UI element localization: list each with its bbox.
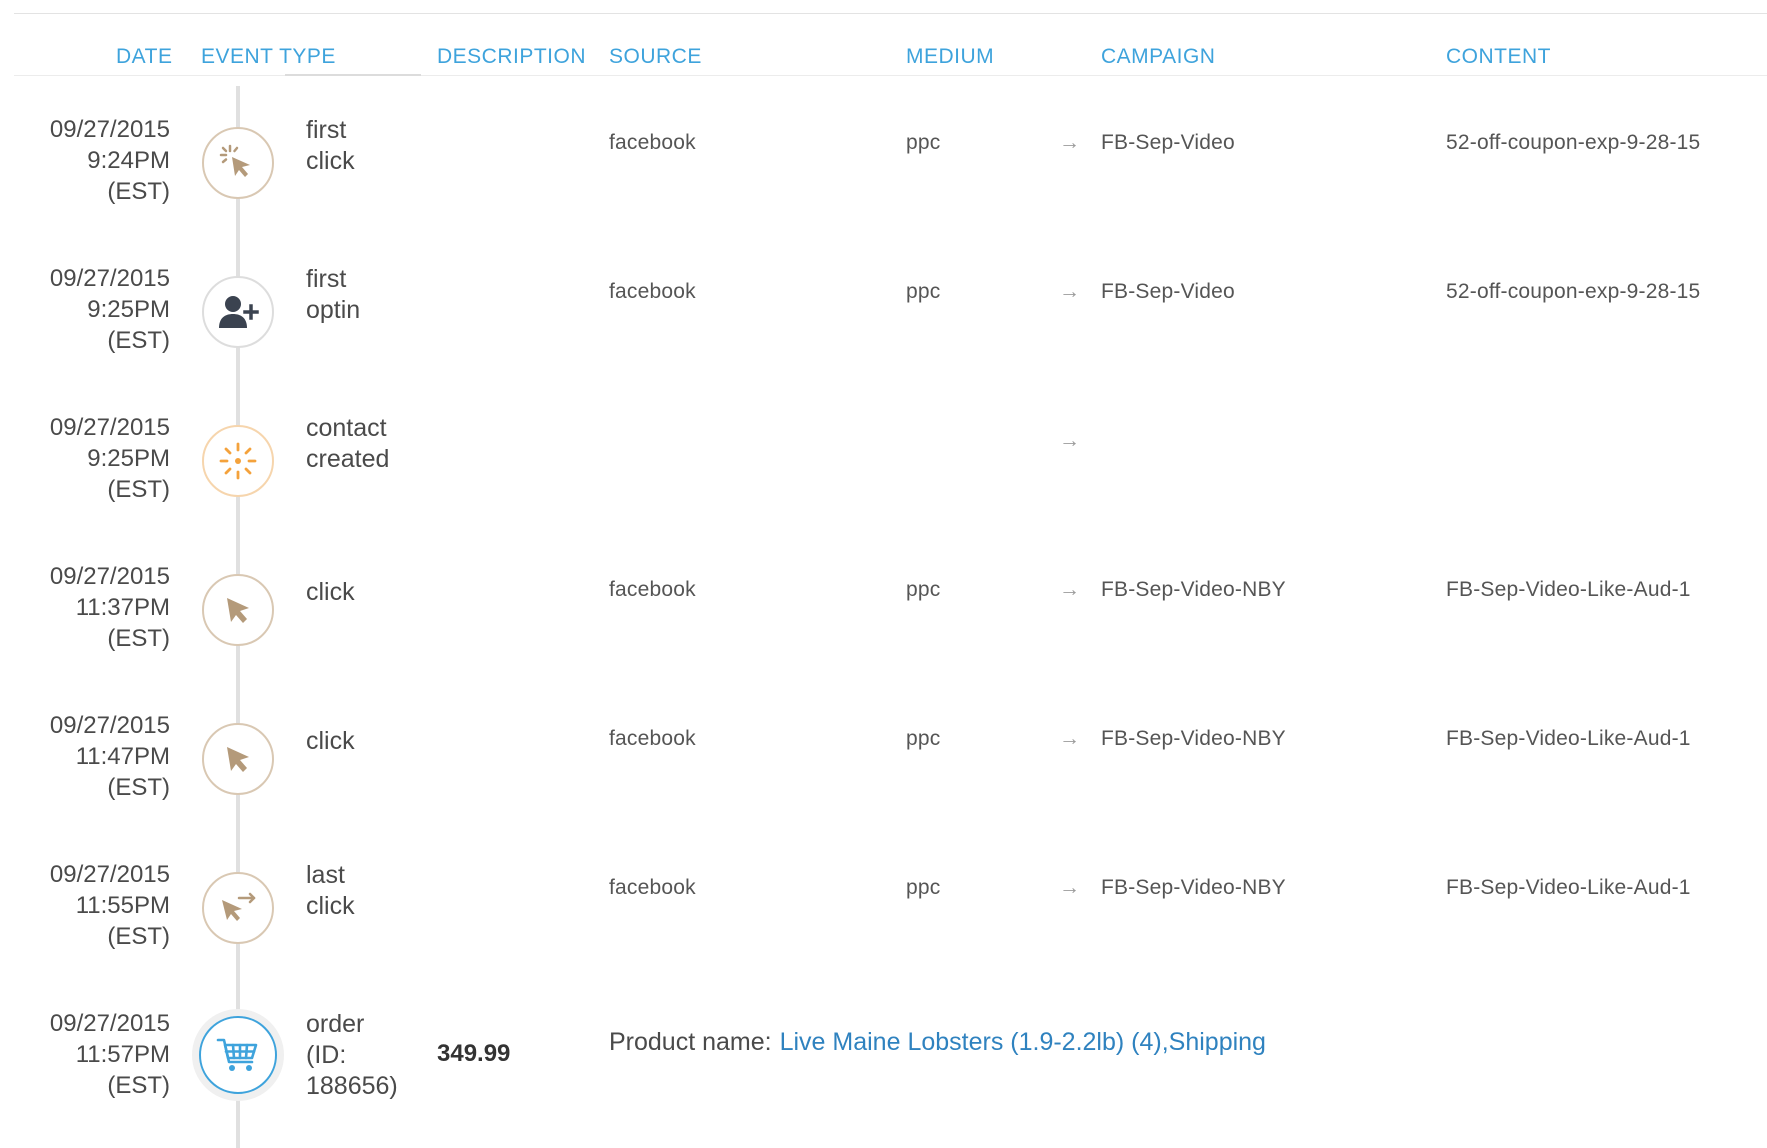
event-type-label: last click [306,861,355,920]
table-row: 09/27/2015 9:24PM (EST) first click face… [0,114,1767,254]
events-timeline-page: DATE EVENT TYPE DESCRIPTION SOURCE MEDIU… [0,0,1767,1148]
campaign-cell: FB-Sep-Video-NBY [1101,727,1286,750]
medium-cell: ppc [906,131,941,154]
content-cell: 52-off-coupon-exp-9-28-15 [1446,131,1701,154]
campaign-cell: FB-Sep-Video [1101,280,1235,303]
event-type-label: contact created [306,414,390,473]
column-header-content[interactable]: CONTENT [1446,44,1551,70]
arrow-right-icon: → [1059,727,1080,750]
medium-cell: ppc [906,280,941,303]
column-header-medium[interactable]: MEDIUM [906,44,994,70]
event-type-label: click [306,727,355,755]
table-row: 09/27/2015 11:37PM (EST) click facebook … [0,561,1767,701]
arrow-right-icon: → [1059,876,1080,899]
arrow-right-icon: → [1059,131,1080,154]
source-cell: facebook [609,280,696,303]
campaign-cell: FB-Sep-Video [1101,131,1235,154]
sparkle-burst-icon [202,425,274,497]
event-datetime: 09/27/2015 11:57PM (EST) [49,1010,170,1099]
source-cell: facebook [609,727,696,750]
product-link[interactable]: Live Maine Lobsters (1.9-2.2lb) (4),Ship… [780,1028,1266,1056]
arrow-right-icon: → [1059,280,1080,303]
event-type-header-underline [285,74,421,76]
arrow-right-icon: → [1059,429,1080,452]
event-type-label: first optin [306,265,361,324]
cursor-swap-icon [202,872,274,944]
top-divider [14,13,1767,14]
product-label: Product name: [609,1028,772,1056]
campaign-cell: FB-Sep-Video-NBY [1101,876,1286,899]
column-header-event-type[interactable]: EVENT TYPE [201,44,336,70]
source-cell: facebook [609,131,696,154]
arrow-right-icon: → [1059,578,1080,601]
column-header-source[interactable]: SOURCE [609,44,702,70]
source-cell: facebook [609,876,696,899]
order-amount: 349.99 [437,1040,511,1067]
shopping-cart-icon [199,1016,277,1094]
medium-cell: ppc [906,876,941,899]
cursor-icon [202,723,274,795]
content-cell: FB-Sep-Video-Like-Aud-1 [1446,578,1691,601]
table-row: 09/27/2015 11:55PM (EST) last click face… [0,859,1767,999]
column-header-campaign[interactable]: CAMPAIGN [1101,44,1215,70]
cursor-click-burst-icon [202,127,274,199]
cursor-icon [202,574,274,646]
event-datetime: 09/27/2015 9:25PM (EST) [49,414,170,503]
event-datetime: 09/27/2015 11:37PM (EST) [49,563,170,652]
header-divider [14,75,1767,76]
source-cell: facebook [609,578,696,601]
column-header-description[interactable]: DESCRIPTION [437,44,586,70]
event-datetime: 09/27/2015 11:55PM (EST) [49,861,170,950]
event-type-label: first click [306,116,355,175]
product-info: Product name: Live Maine Lobsters (1.9-2.… [609,1027,1266,1057]
table-row: 09/27/2015 9:25PM (EST) first optin face… [0,263,1767,403]
table-row: 09/27/2015 11:47PM (EST) click facebook … [0,710,1767,850]
event-type-label: order (ID: 188656) [306,1010,398,1100]
content-cell: 52-off-coupon-exp-9-28-15 [1446,280,1701,303]
user-add-icon [202,276,274,348]
order-row: 09/27/2015 11:57PM (EST) order (ID: 1886… [0,1008,1767,1148]
medium-cell: ppc [906,727,941,750]
event-datetime: 09/27/2015 11:47PM (EST) [49,712,170,801]
medium-cell: ppc [906,578,941,601]
content-cell: FB-Sep-Video-Like-Aud-1 [1446,876,1691,899]
table-row: 09/27/2015 9:25PM (EST) contact created … [0,412,1767,552]
column-header-date[interactable]: DATE [116,44,172,70]
event-type-label: click [306,578,355,606]
event-datetime: 09/27/2015 9:25PM (EST) [49,265,170,354]
campaign-cell: FB-Sep-Video-NBY [1101,578,1286,601]
content-cell: FB-Sep-Video-Like-Aud-1 [1446,727,1691,750]
event-datetime: 09/27/2015 9:24PM (EST) [49,116,170,205]
